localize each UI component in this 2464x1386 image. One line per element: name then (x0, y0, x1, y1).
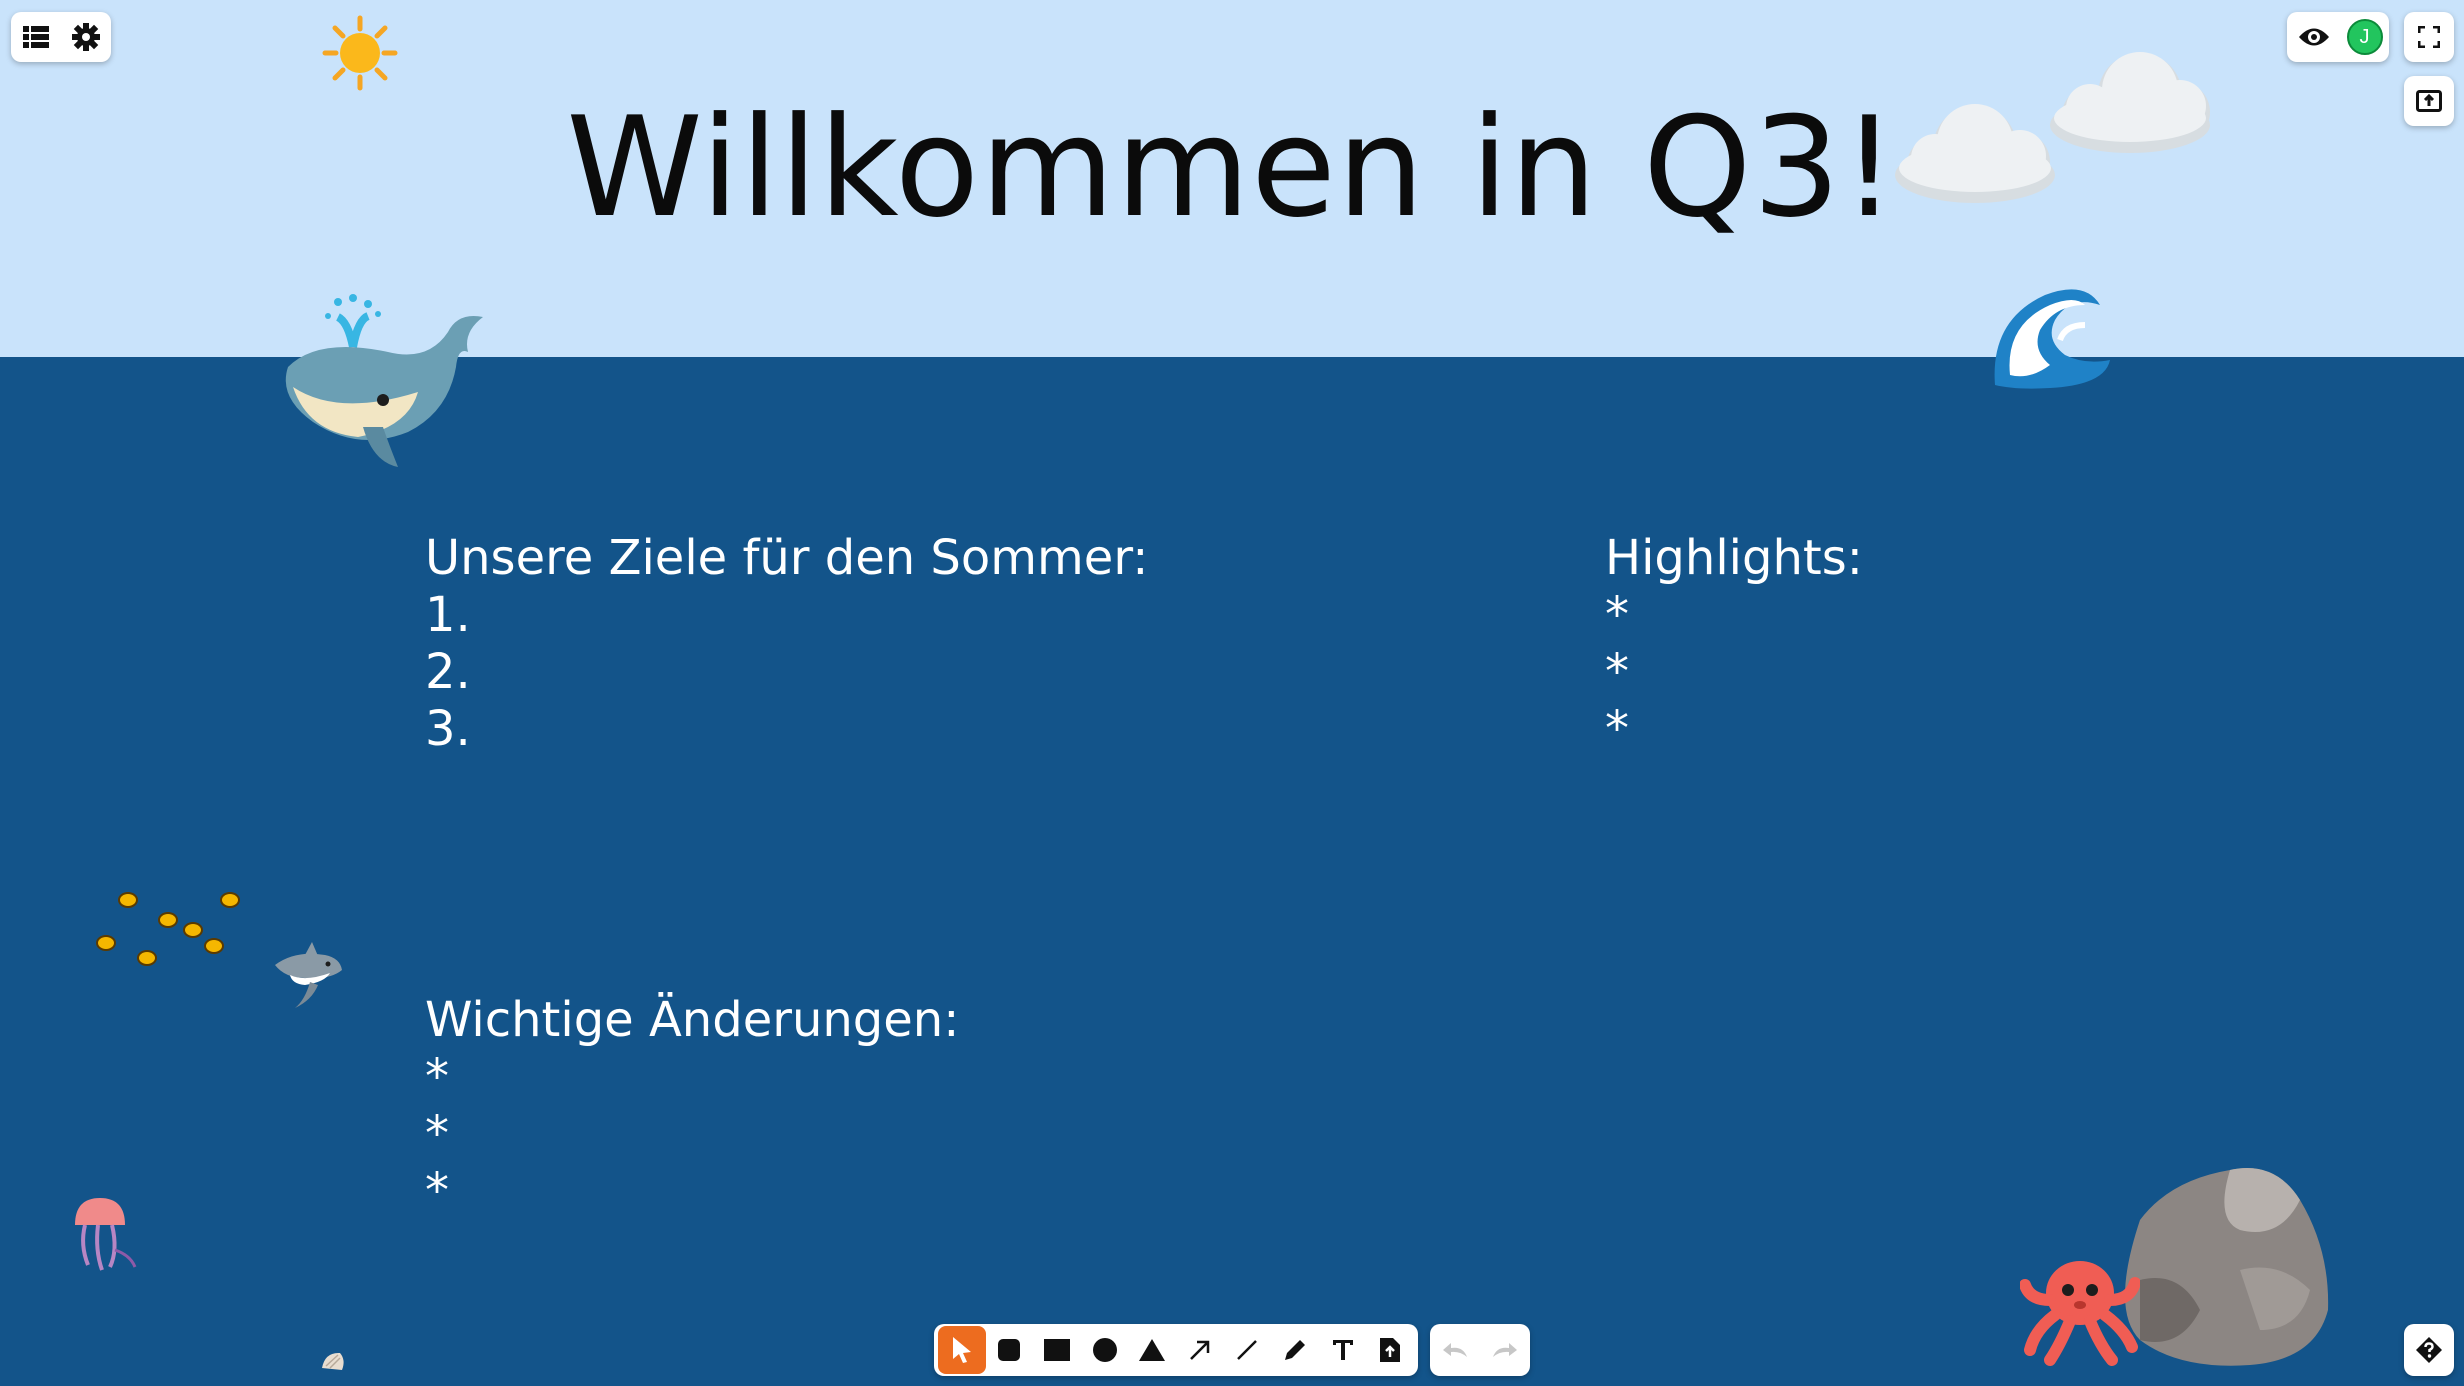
triangle-icon (1139, 1339, 1166, 1361)
sea-background (0, 357, 2464, 1386)
highlights-item-2: * (1605, 644, 1629, 700)
wave-icon[interactable] (1990, 280, 2115, 390)
file-upload-tool-button[interactable] (1366, 1326, 1414, 1374)
goals-item-1: 1. (425, 587, 471, 643)
pen-icon (1284, 1340, 1305, 1360)
select-icon (952, 1337, 971, 1363)
avatar-initial: J (2359, 25, 2370, 48)
highlights-item-3: * (1605, 701, 1629, 757)
highlights-item-1: * (1605, 587, 1629, 643)
gear-icon (72, 23, 100, 51)
fullscreen-panel (2404, 12, 2454, 62)
rounded-rectangle-icon (998, 1339, 1021, 1361)
help-button[interactable] (2407, 1328, 2451, 1372)
history-toolbar (1430, 1324, 1530, 1376)
settings-button[interactable] (66, 17, 106, 57)
eye-icon (2298, 28, 2329, 46)
tropical-fish-icon[interactable] (90, 880, 250, 970)
main-menu-panel (11, 12, 111, 62)
shell-icon[interactable] (320, 1350, 346, 1372)
cloud-icon[interactable] (2045, 40, 2220, 165)
presence-panel: J (2287, 12, 2389, 62)
list-icon (23, 26, 49, 48)
export-panel (2404, 76, 2454, 126)
goals-heading: Unsere Ziele für den Sommer: (425, 530, 1149, 586)
export-icon (2416, 90, 2442, 112)
changes-text-block[interactable]: Wichtige Änderungen: * * * (425, 992, 959, 1220)
redo-button[interactable] (1485, 1326, 1525, 1374)
sun-icon[interactable] (322, 15, 398, 91)
goals-item-2: 2. (425, 644, 471, 700)
select-tool-button[interactable] (938, 1326, 986, 1374)
goals-item-3: 3. (425, 701, 471, 757)
cloud-icon[interactable] (1890, 90, 2065, 215)
rectangle-icon (1043, 1339, 1070, 1361)
redo-icon (1493, 1343, 1517, 1357)
sidebar-toggle-button[interactable] (16, 17, 56, 57)
goals-text-block[interactable]: Unsere Ziele für den Sommer: 1. 2. 3. (425, 530, 1148, 758)
undo-icon (1443, 1343, 1467, 1357)
changes-heading: Wichtige Änderungen: (425, 992, 960, 1048)
arrow-tool-button[interactable] (1176, 1326, 1224, 1374)
highlights-text-block[interactable]: Highlights: * * * (1605, 530, 1863, 758)
rounded-rectangle-tool-button[interactable] (986, 1326, 1034, 1374)
help-icon (2416, 1337, 2442, 1363)
changes-item-2: * (425, 1106, 449, 1162)
help-panel (2404, 1324, 2454, 1376)
line-icon (1237, 1340, 1258, 1360)
fullscreen-icon (2418, 26, 2440, 48)
highlights-heading: Highlights: (1605, 530, 1863, 586)
arrow-icon (1189, 1340, 1210, 1360)
whale-icon[interactable] (278, 292, 488, 482)
ellipse-icon (1092, 1338, 1117, 1362)
jellyfish-icon[interactable] (70, 1195, 140, 1275)
pen-tool-button[interactable] (1271, 1326, 1319, 1374)
changes-item-1: * (425, 1049, 449, 1105)
text-icon (1332, 1340, 1353, 1360)
changes-item-3: * (425, 1163, 449, 1219)
shark-icon[interactable] (270, 940, 345, 1010)
ellipse-tool-button[interactable] (1081, 1326, 1129, 1374)
file-upload-icon (1380, 1338, 1401, 1362)
line-tool-button[interactable] (1224, 1326, 1272, 1374)
user-avatar[interactable]: J (2346, 19, 2383, 55)
fullscreen-button[interactable] (2407, 15, 2451, 59)
triangle-tool-button[interactable] (1128, 1326, 1176, 1374)
text-tool-button[interactable] (1319, 1326, 1367, 1374)
view-mode-button[interactable] (2294, 17, 2334, 57)
export-button[interactable] (2407, 79, 2451, 123)
drawing-toolbar (934, 1324, 1418, 1376)
octopus-icon[interactable] (2020, 1255, 2140, 1370)
undo-button[interactable] (1435, 1326, 1475, 1374)
rectangle-tool-button[interactable] (1033, 1326, 1081, 1374)
